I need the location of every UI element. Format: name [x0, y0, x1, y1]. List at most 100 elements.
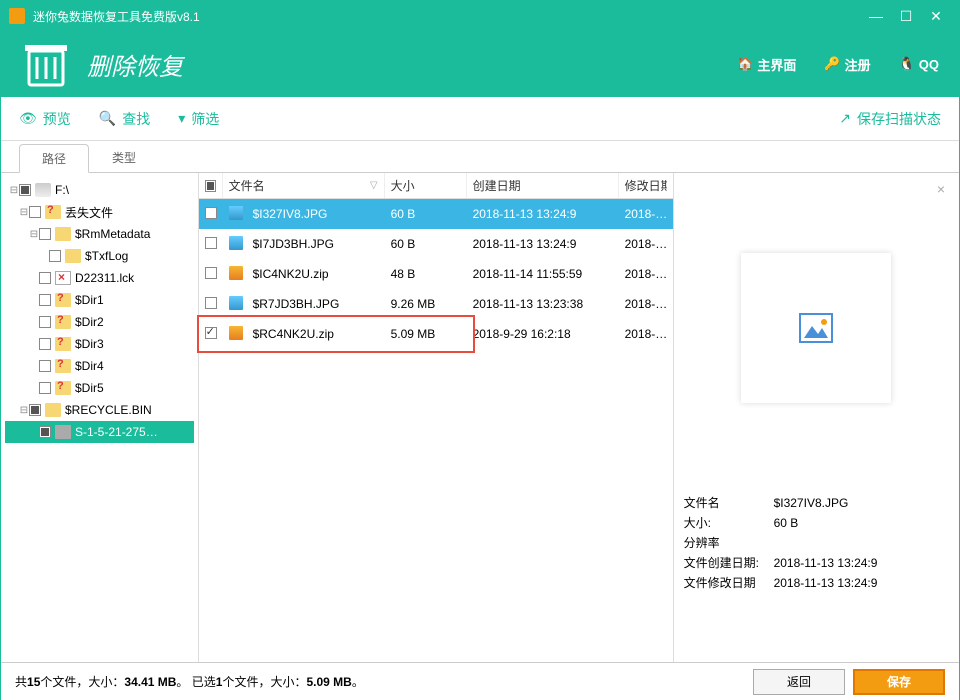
tree-toggle[interactable]: ⊟	[19, 405, 29, 416]
tree-checkbox[interactable]	[39, 272, 51, 284]
tab-type[interactable]: 类型	[89, 143, 159, 172]
tree-label: $Dir3	[75, 337, 104, 351]
tree-checkbox[interactable]	[39, 294, 51, 306]
folder-icon	[55, 337, 71, 351]
meta-mdate: 2018-11-13 13:24:9	[774, 573, 878, 593]
back-button[interactable]: 返回	[753, 669, 845, 695]
row-checkbox[interactable]	[205, 297, 217, 309]
folder-icon	[65, 249, 81, 263]
row-checkbox[interactable]	[205, 237, 217, 249]
tree-label: F:\	[55, 183, 69, 197]
folder-tree[interactable]: ⊟ F:\ ⊟丢失文件⊟$RmMetadata $TxfLog D22311.lck $D…	[1, 173, 199, 662]
register-link[interactable]: 🔑注册	[824, 55, 870, 74]
preview-button[interactable]: 👁预览	[19, 109, 71, 129]
tree-label: $Dir4	[75, 359, 104, 373]
export-icon: ↗	[839, 110, 851, 127]
tree-node[interactable]: $Dir1	[5, 289, 194, 311]
home-icon: 🏠	[737, 56, 753, 72]
save-scan-button[interactable]: ↗保存扫描状态	[839, 109, 941, 129]
tree-checkbox[interactable]	[29, 404, 41, 416]
file-name: $IC4NK2U.zip	[249, 267, 391, 281]
tree-checkbox[interactable]	[39, 426, 51, 438]
find-button[interactable]: 🔍查找	[99, 109, 150, 129]
file-mdate: 2018-…	[625, 297, 673, 311]
file-size: 60 B	[391, 207, 473, 221]
preview-pane: × 文件名$I327IV8.JPG 大小:60 B 分辨率 文件创建日期:201…	[674, 173, 959, 662]
save-button[interactable]: 保存	[853, 669, 945, 695]
minimize-button[interactable]: —	[861, 8, 891, 24]
tree-checkbox[interactable]	[29, 206, 41, 218]
row-checkbox[interactable]	[205, 267, 217, 279]
table-row[interactable]: $I7JD3BH.JPG60 B2018-11-13 13:24:92018-…	[199, 229, 673, 259]
file-cdate: 2018-11-13 13:24:9	[473, 237, 625, 251]
sort-arrow-icon: ▽	[370, 180, 378, 191]
tree-checkbox[interactable]	[49, 250, 61, 262]
tree-node[interactable]: $Dir4	[5, 355, 194, 377]
tree-node[interactable]: $Dir3	[5, 333, 194, 355]
tree-toggle[interactable]: ⊟	[19, 207, 29, 218]
tree-node[interactable]: ⊟丢失文件	[5, 201, 194, 223]
highlight-box	[197, 315, 475, 353]
tree-checkbox[interactable]	[39, 360, 51, 372]
tree-node[interactable]: ⊟$RmMetadata	[5, 223, 194, 245]
meta-size: 60 B	[774, 513, 799, 533]
filter-button[interactable]: ▾筛选	[178, 109, 219, 129]
file-mdate: 2018-…	[625, 267, 673, 281]
page-title: 删除恢复	[87, 47, 709, 82]
toolbar: 👁预览 🔍查找 ▾筛选 ↗保存扫描状态	[1, 97, 959, 141]
tree-node[interactable]: ⊟ F:\	[5, 179, 194, 201]
select-all-checkbox[interactable]	[205, 180, 216, 192]
tree-label: $Dir1	[75, 293, 104, 307]
folder-icon	[55, 293, 71, 307]
funnel-icon: ▾	[178, 110, 185, 127]
tree-node[interactable]: $TxfLog	[5, 245, 194, 267]
file-icon	[229, 206, 243, 220]
tree-label: S-1-5-21-275…	[75, 425, 158, 439]
folder-icon	[55, 227, 71, 241]
tree-checkbox[interactable]	[39, 316, 51, 328]
table-row[interactable]: $IC4NK2U.zip48 B2018-11-14 11:55:592018-…	[199, 259, 673, 289]
folder-icon	[55, 359, 71, 373]
col-cdate[interactable]: 创建日期	[473, 177, 521, 194]
col-mdate[interactable]: 修改日期	[625, 177, 667, 194]
qq-link[interactable]: 🐧QQ	[899, 56, 939, 72]
folder-icon	[45, 205, 61, 219]
tree-node[interactable]: S-1-5-21-275…	[5, 421, 194, 443]
row-checkbox[interactable]	[205, 207, 217, 219]
close-preview-button[interactable]: ×	[937, 181, 945, 197]
meta-filename: $I327IV8.JPG	[774, 493, 849, 513]
tree-checkbox[interactable]	[39, 228, 51, 240]
file-name: $I7JD3BH.JPG	[249, 237, 391, 251]
close-button[interactable]: ✕	[921, 8, 951, 25]
tab-path[interactable]: 路径	[19, 144, 89, 173]
image-placeholder-icon	[796, 308, 836, 348]
tree-toggle[interactable]: ⊟	[9, 185, 19, 196]
tree-label: $TxfLog	[85, 249, 128, 263]
maximize-button[interactable]: ☐	[891, 8, 921, 25]
file-mdate: 2018-…	[625, 207, 673, 221]
file-cdate: 2018-11-13 13:24:9	[473, 207, 625, 221]
tree-label: $RECYCLE.BIN	[65, 403, 152, 417]
key-icon: 🔑	[824, 56, 840, 72]
file-mdate: 2018-…	[625, 237, 673, 251]
tree-node[interactable]: ⊟ $RECYCLE.BIN	[5, 399, 194, 421]
tree-node[interactable]: $Dir2	[5, 311, 194, 333]
preview-thumbnail	[741, 253, 891, 403]
file-grid: 文件名 ▽ 大小 创建日期 修改日期 $I327IV8.JPG60 B2018-1…	[199, 173, 674, 662]
file-icon	[229, 296, 243, 310]
tree-checkbox[interactable]	[19, 184, 31, 196]
col-name[interactable]: 文件名	[229, 177, 265, 194]
file-size: 48 B	[391, 267, 473, 281]
tree-checkbox[interactable]	[39, 382, 51, 394]
home-link[interactable]: 🏠主界面	[737, 55, 796, 74]
tree-toggle[interactable]: ⊟	[29, 229, 39, 240]
col-size[interactable]: 大小	[391, 177, 415, 194]
file-cdate: 2018-11-14 11:55:59	[473, 267, 625, 281]
tree-node[interactable]: $Dir5	[5, 377, 194, 399]
header: 删除恢复 🏠主界面 🔑注册 🐧QQ	[1, 31, 959, 97]
tree-checkbox[interactable]	[39, 338, 51, 350]
folder-icon	[55, 271, 71, 285]
status-text: 共15个文件，大小：34.41 MB。 已选1个文件，大小：5.09 MB。	[15, 673, 745, 690]
tree-node[interactable]: D22311.lck	[5, 267, 194, 289]
table-row[interactable]: $I327IV8.JPG60 B2018-11-13 13:24:92018-…	[199, 199, 673, 229]
